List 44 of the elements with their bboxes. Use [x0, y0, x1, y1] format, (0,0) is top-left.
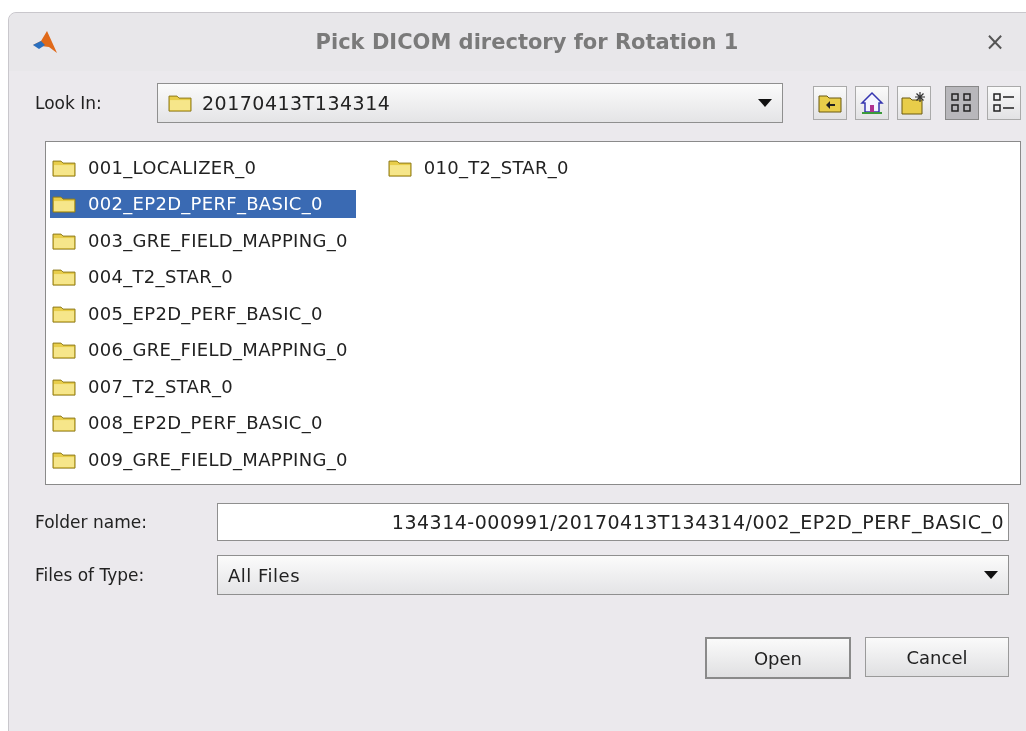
folder-icon	[387, 157, 412, 177]
home-icon	[860, 91, 884, 115]
toolbar-button[interactable]	[987, 86, 1021, 120]
field-label: Look In:	[35, 93, 103, 113]
folder-item[interactable]: 001_LOCALIZER_0	[50, 153, 356, 182]
caret-icon	[758, 99, 772, 107]
folder-icon	[52, 376, 76, 396]
open-button[interactable]: Open	[705, 637, 851, 679]
cancel-button[interactable]: Cancel	[865, 637, 1009, 677]
toolbar-button[interactable]	[855, 86, 889, 120]
file-type-dropdown[interactable]: All Files	[217, 555, 1009, 595]
app-logo-icon	[31, 29, 59, 55]
details-view-icon	[992, 92, 1016, 114]
caret-icon	[984, 571, 998, 579]
folder-item[interactable]: 004_T2_STAR_0	[50, 262, 356, 291]
toolbar-button[interactable]	[897, 86, 931, 120]
folder-item[interactable]: 007_T2_STAR_0	[50, 372, 356, 401]
look-in-dropdown[interactable]: 20170413T134314	[157, 83, 783, 123]
folder-item[interactable]: 008_EP2D_PERF_BASIC_0	[50, 408, 356, 437]
folder-icon	[52, 340, 76, 360]
toolbar-button[interactable]	[945, 86, 979, 120]
folder-icon	[52, 449, 76, 469]
window-title: Pick DICOM directory for Rotation 1	[314, 30, 740, 54]
folder-item[interactable]: 003_GRE_FIELD_MAPPING_0	[50, 226, 356, 255]
folder-name-field[interactable]: 134314-000991/20170413T134314/002_EP2D_PERF_BASIC_0	[217, 503, 1009, 541]
toolbar-button[interactable]	[813, 86, 847, 120]
folder-icon	[52, 230, 76, 250]
folder-icon	[52, 413, 76, 433]
folder-icon	[168, 93, 192, 113]
folder-icon	[52, 157, 76, 177]
new-folder-icon	[901, 91, 927, 115]
field-label: Files of Type:	[35, 565, 146, 585]
folder-item[interactable]: 006_GRE_FIELD_MAPPING_0	[50, 335, 356, 364]
close-button[interactable]: ×	[984, 28, 1005, 56]
folder-icon	[52, 267, 76, 287]
folder-up-icon	[818, 93, 842, 113]
field-label: Folder name:	[35, 512, 148, 532]
folder-item[interactable]: 002_EP2D_PERF_BASIC_0	[50, 189, 356, 218]
list-view-icon	[950, 92, 974, 114]
folder-icon	[52, 194, 76, 214]
folder-icon	[52, 303, 76, 323]
folder-item[interactable]: 009_GRE_FIELD_MAPPING_0	[50, 445, 356, 474]
folder-item[interactable]: 010_T2_STAR_0	[385, 153, 577, 182]
folder-item[interactable]: 005_EP2D_PERF_BASIC_0	[50, 299, 356, 328]
